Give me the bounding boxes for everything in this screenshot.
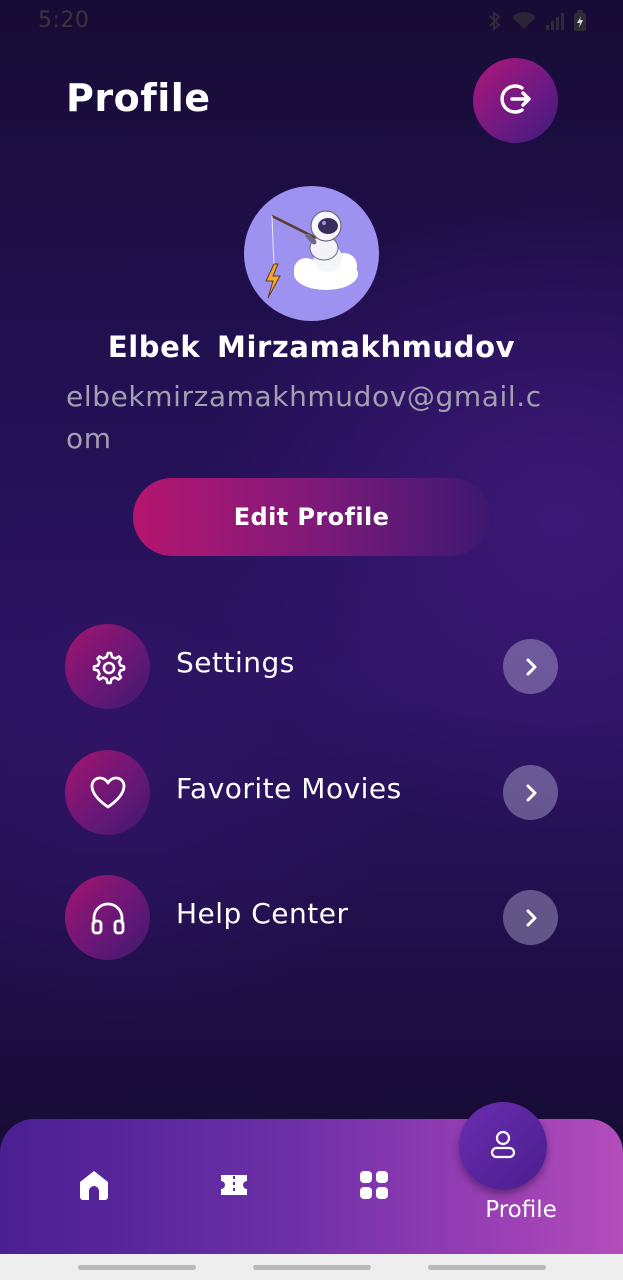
- chevron-right-icon[interactable]: [503, 765, 558, 820]
- signal-icon: [545, 11, 565, 35]
- user-name: Elbek Mirzamakhmudov: [107, 330, 516, 364]
- nav-profile[interactable]: [459, 1102, 547, 1190]
- battery-charging-icon: [573, 10, 587, 36]
- nav-categories[interactable]: [354, 1167, 394, 1207]
- heart-icon: [65, 750, 150, 835]
- headphones-icon: [65, 875, 150, 960]
- gesture-bar: [0, 1254, 623, 1280]
- home-icon: [76, 1167, 112, 1207]
- grid-icon: [359, 1170, 389, 1204]
- user-email: elbekmirzamakhmudov@gmail.com: [66, 380, 542, 455]
- status-icons: [487, 10, 587, 36]
- edit-profile-button[interactable]: Edit Profile: [133, 478, 490, 556]
- gesture-line: [428, 1265, 546, 1270]
- wifi-icon: [511, 11, 537, 35]
- logout-icon: [496, 79, 536, 123]
- logout-button[interactable]: [473, 58, 558, 143]
- gesture-line: [78, 1265, 196, 1270]
- menu-item-favorite-movies[interactable]: Favorite Movies: [65, 750, 558, 835]
- avatar[interactable]: [244, 186, 379, 321]
- menu-item-label: Help Center: [176, 897, 349, 930]
- chevron-right-icon[interactable]: [503, 639, 558, 694]
- ticket-icon: [218, 1172, 250, 1202]
- gesture-line: [253, 1265, 371, 1270]
- chevron-right-icon[interactable]: [503, 890, 558, 945]
- gear-icon: [65, 624, 150, 709]
- nav-home[interactable]: [74, 1167, 114, 1207]
- profile-screen: 5:20 Profile Elbek Mirzamakhmudov elbekm…: [0, 0, 623, 1254]
- menu-item-settings[interactable]: Settings: [65, 624, 558, 709]
- status-time: 5:20: [38, 8, 90, 33]
- menu-item-label: Settings: [176, 646, 295, 679]
- astronaut-avatar: [265, 210, 358, 299]
- page-title: Profile: [66, 76, 211, 120]
- status-bar: 5:20: [0, 0, 623, 44]
- bluetooth-icon: [487, 10, 503, 35]
- nav-profile-label: Profile: [485, 1197, 557, 1223]
- menu-item-help-center[interactable]: Help Center: [65, 875, 558, 960]
- menu-item-label: Favorite Movies: [176, 772, 402, 805]
- nav-tickets[interactable]: [214, 1167, 254, 1207]
- user-icon: [488, 1128, 518, 1164]
